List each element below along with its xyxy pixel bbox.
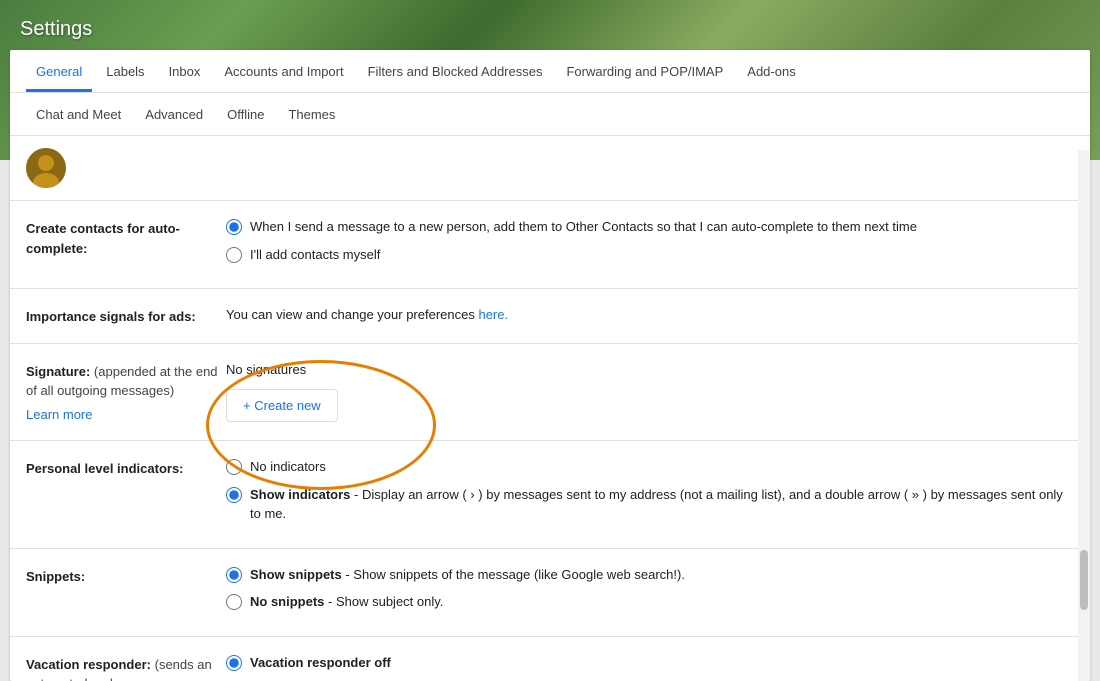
- signature-content: No signatures + Create new: [226, 360, 1074, 423]
- tabs-row-1: General Labels Inbox Accounts and Import…: [10, 50, 1090, 93]
- personal-level-label1[interactable]: No indicators: [250, 457, 326, 477]
- personal-level-radio1[interactable]: [226, 459, 242, 475]
- main-container: General Labels Inbox Accounts and Import…: [0, 50, 1100, 681]
- personal-level-content: No indicators Show indicators - Display …: [226, 457, 1074, 532]
- tab-inbox[interactable]: Inbox: [159, 50, 211, 92]
- snippets-label1[interactable]: Show snippets - Show snippets of the mes…: [250, 565, 685, 585]
- vacation-responder-content: Vacation responder off: [226, 653, 1074, 681]
- create-contacts-radio2[interactable]: [226, 247, 242, 263]
- create-contacts-option2: I'll add contacts myself: [226, 245, 1074, 265]
- tab-themes[interactable]: Themes: [278, 93, 345, 135]
- tab-forwarding-pop-imap[interactable]: Forwarding and POP/IMAP: [556, 50, 733, 92]
- snippets-rest2: - Show subject only.: [324, 594, 443, 609]
- tab-chat-meet[interactable]: Chat and Meet: [26, 93, 131, 135]
- signature-learn-more[interactable]: Learn more: [26, 405, 226, 425]
- snippets-option2: No snippets - Show subject only.: [226, 592, 1074, 612]
- importance-signals-link[interactable]: here.: [478, 307, 508, 322]
- personal-level-strong: Show indicators: [250, 487, 350, 502]
- settings-panel: General Labels Inbox Accounts and Import…: [10, 50, 1090, 681]
- content-area: Create contacts for auto-complete: When …: [10, 201, 1090, 681]
- tabs-row-2: Chat and Meet Advanced Offline Themes: [10, 93, 1090, 136]
- snippets-label: Snippets:: [26, 565, 226, 587]
- signature-section: No signatures + Create new: [226, 360, 1074, 423]
- signature-label-text: Signature:: [26, 364, 90, 379]
- importance-signals-content: You can view and change your preferences…: [226, 305, 1074, 325]
- vacation-responder-option1: Vacation responder off: [226, 653, 1074, 673]
- snippets-row: Snippets: Show snippets - Show snippets …: [10, 549, 1090, 637]
- personal-level-radio2[interactable]: [226, 487, 242, 503]
- importance-signals-row: Importance signals for ads: You can view…: [10, 289, 1090, 344]
- personal-level-option1: No indicators: [226, 457, 1074, 477]
- scrollbar[interactable]: [1078, 150, 1090, 681]
- snippets-rest1: - Show snippets of the message (like Goo…: [342, 567, 685, 582]
- create-contacts-label1[interactable]: When I send a message to a new person, a…: [250, 217, 917, 237]
- personal-level-rest: - Display an arrow ( › ) by messages sen…: [250, 487, 1063, 522]
- vacation-responder-label-text: Vacation responder:: [26, 657, 151, 672]
- vacation-responder-label: Vacation responder: (sends an automated …: [26, 653, 226, 681]
- create-contacts-row: Create contacts for auto-complete: When …: [10, 201, 1090, 289]
- snippets-radio2[interactable]: [226, 594, 242, 610]
- tab-add-ons[interactable]: Add-ons: [737, 50, 805, 92]
- snippets-strong1: Show snippets: [250, 567, 342, 582]
- tab-filters-blocked[interactable]: Filters and Blocked Addresses: [358, 50, 553, 92]
- snippets-label2[interactable]: No snippets - Show subject only.: [250, 592, 443, 612]
- signature-row: Signature: (appended at the end of all o…: [10, 344, 1090, 442]
- vacation-responder-label1[interactable]: Vacation responder off: [250, 653, 391, 673]
- vacation-responder-radio1[interactable]: [226, 655, 242, 671]
- personal-level-label: Personal level indicators:: [26, 457, 226, 479]
- importance-signals-label: Importance signals for ads:: [26, 305, 226, 327]
- snippets-option1: Show snippets - Show snippets of the mes…: [226, 565, 1074, 585]
- tab-advanced[interactable]: Advanced: [135, 93, 213, 135]
- snippets-strong2: No snippets: [250, 594, 324, 609]
- avatar: [26, 148, 66, 188]
- create-contacts-option1: When I send a message to a new person, a…: [226, 217, 1074, 237]
- tab-labels[interactable]: Labels: [96, 50, 154, 92]
- scrollbar-thumb[interactable]: [1080, 550, 1088, 610]
- vacation-responder-strong: Vacation responder off: [250, 655, 391, 670]
- create-contacts-label2[interactable]: I'll add contacts myself: [250, 245, 380, 265]
- tab-offline[interactable]: Offline: [217, 93, 274, 135]
- personal-level-label2[interactable]: Show indicators - Display an arrow ( › )…: [250, 485, 1074, 524]
- personal-level-option2: Show indicators - Display an arrow ( › )…: [226, 485, 1074, 524]
- tab-general[interactable]: General: [26, 50, 92, 92]
- create-contacts-label: Create contacts for auto-complete:: [26, 217, 226, 258]
- avatar-area: [10, 136, 1090, 201]
- signature-label: Signature: (appended at the end of all o…: [26, 360, 226, 425]
- create-contacts-radio1[interactable]: [226, 219, 242, 235]
- create-contacts-content: When I send a message to a new person, a…: [226, 217, 1074, 272]
- tab-accounts-import[interactable]: Accounts and Import: [214, 50, 353, 92]
- vacation-responder-row: Vacation responder: (sends an automated …: [10, 637, 1090, 681]
- create-new-signature-button[interactable]: + Create new: [226, 389, 338, 422]
- snippets-radio1[interactable]: [226, 567, 242, 583]
- no-signatures-text: No signatures: [226, 360, 1074, 380]
- personal-level-row: Personal level indicators: No indicators…: [10, 441, 1090, 549]
- snippets-content: Show snippets - Show snippets of the mes…: [226, 565, 1074, 620]
- importance-signals-text: You can view and change your preferences: [226, 307, 478, 322]
- page-title: Settings: [20, 18, 92, 41]
